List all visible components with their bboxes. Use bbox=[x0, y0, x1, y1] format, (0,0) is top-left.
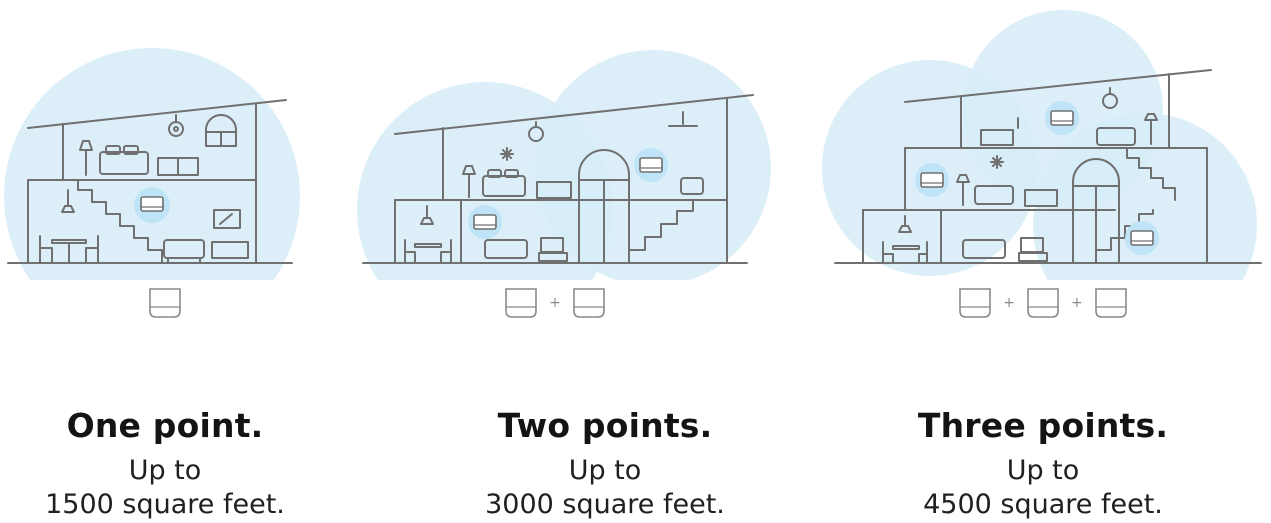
router-device-icon bbox=[140, 196, 164, 212]
router-device-icon bbox=[473, 214, 497, 230]
plus-sign: + bbox=[1071, 295, 1083, 311]
plus-sign: + bbox=[549, 295, 561, 311]
panel-subtitle-line2: 1500 square feet. bbox=[45, 489, 285, 520]
router-device-icon bbox=[920, 172, 944, 188]
router-unit-icon bbox=[149, 288, 181, 318]
panel-subtitle-line1: Up to bbox=[1006, 455, 1080, 486]
panel-subtitle-line1: Up to bbox=[568, 455, 642, 486]
plus-sign: + bbox=[1003, 295, 1015, 311]
device-count-row: + + bbox=[815, 286, 1271, 320]
panel-title: Three points. bbox=[917, 406, 1169, 445]
panel-subtitle-line2: 4500 square feet. bbox=[923, 489, 1163, 520]
panel-subtitle-line2: 3000 square feet. bbox=[485, 489, 725, 520]
panel-one-point: One point. Up to 1500 square feet. bbox=[0, 0, 330, 523]
panel-subtitle-line1: Up to bbox=[128, 455, 202, 486]
router-unit-icon bbox=[959, 288, 992, 318]
router-unit-icon bbox=[573, 288, 605, 318]
router-unit-icon bbox=[1027, 288, 1059, 318]
panel-two-points: + Two points. Up to 3000 square feet. bbox=[355, 0, 855, 523]
device-count-row: + bbox=[355, 286, 755, 320]
device-count-row bbox=[0, 286, 330, 320]
panel-three-points: + + Three points. Up to 4500 square feet… bbox=[815, 0, 1271, 523]
router-unit-icon bbox=[1094, 288, 1127, 318]
panel-title: Two points. bbox=[497, 406, 713, 445]
router-unit-icon bbox=[505, 288, 537, 318]
house-two-points-illustration bbox=[357, 50, 771, 280]
panel-title: One point. bbox=[66, 406, 264, 445]
house-one-floor-illustration bbox=[4, 48, 300, 280]
house-three-points-illustration bbox=[822, 10, 1262, 280]
router-device-icon bbox=[639, 157, 663, 173]
router-device-icon bbox=[1130, 230, 1154, 246]
router-device-icon bbox=[1050, 110, 1074, 126]
